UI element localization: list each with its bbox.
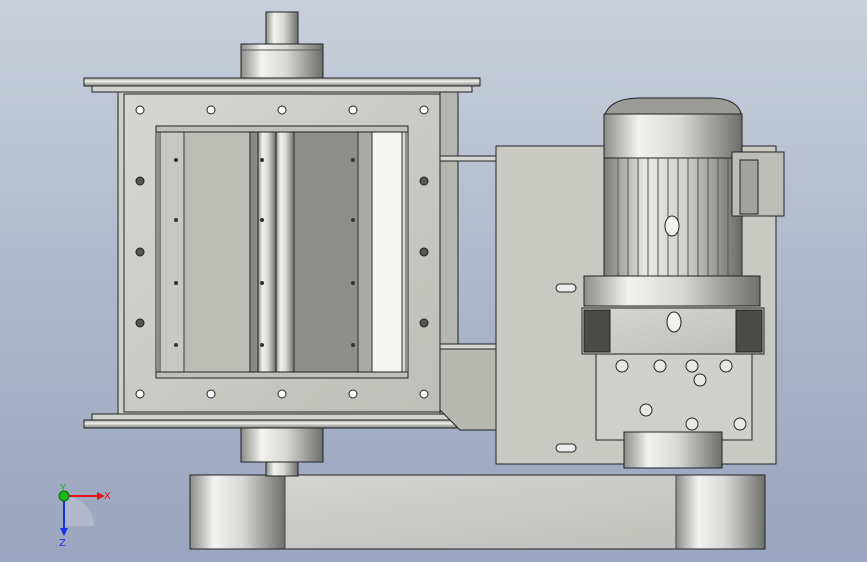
top-flange bbox=[83, 77, 481, 93]
gearbox bbox=[581, 275, 765, 469]
cad-model-view[interactable]: X Y Z bbox=[0, 0, 867, 562]
coordinate-triad: X Y Z bbox=[58, 483, 111, 549]
cad-viewport[interactable]: X Y Z bbox=[0, 0, 867, 562]
rotor-window bbox=[155, 125, 409, 379]
base-frame bbox=[189, 474, 766, 550]
bottom-flange bbox=[83, 413, 481, 429]
x-axis-label: X bbox=[104, 491, 111, 502]
inlet-pipe bbox=[240, 11, 324, 79]
outlet-pipe bbox=[240, 427, 324, 477]
y-axis-label: Y bbox=[59, 483, 67, 494]
z-axis-label: Z bbox=[59, 538, 66, 549]
